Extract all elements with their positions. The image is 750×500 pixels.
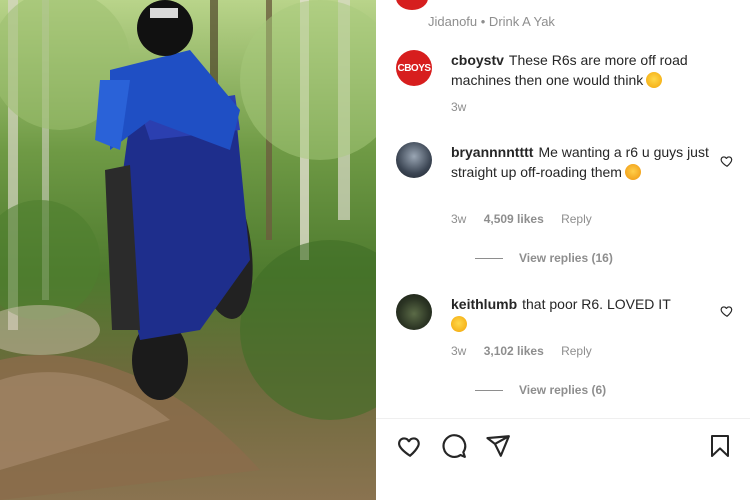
comment-button[interactable] <box>440 432 468 460</box>
caption-body: cboystv These R6s are more off road machi… <box>451 50 712 90</box>
comment-meta: 3w 3,102 likes Reply <box>451 344 606 358</box>
comment-text: that poor R6. LOVED IT <box>522 296 671 312</box>
comment-item: keithlumb that poor R6. LOVED IT 3w 3,102… <box>396 294 734 404</box>
comment-icon <box>442 434 467 458</box>
share-icon <box>486 435 510 457</box>
comment-body: bryannnntttt Me wanting a r6 u guys just … <box>451 142 712 182</box>
share-button[interactable] <box>484 432 512 460</box>
crying-emoji-icon <box>624 164 641 180</box>
laughing-emoji-icon <box>646 72 663 88</box>
comment-body: keithlumb that poor R6. LOVED IT <box>448 294 712 335</box>
divider-line <box>475 389 503 391</box>
view-replies-button[interactable]: View replies (16) <box>475 251 613 265</box>
caption-meta: 3w <box>451 100 480 114</box>
save-button[interactable] <box>706 432 734 460</box>
comment-meta: 3w 4,509 likes Reply <box>451 212 606 226</box>
timestamp[interactable]: 3w <box>451 100 466 114</box>
divider-line <box>475 257 503 259</box>
avatar[interactable] <box>396 0 428 10</box>
reply-button[interactable]: Reply <box>561 212 592 226</box>
like-comment-icon[interactable] <box>720 154 734 168</box>
comments-panel: Jidanofu • Drink A Yak CBOYS cboystv Thes… <box>376 0 750 500</box>
post-image <box>0 0 376 500</box>
view-replies-label: View replies (6) <box>519 383 607 397</box>
username[interactable]: bryannnntttt <box>451 144 533 160</box>
like-count[interactable]: 4,509 likes <box>484 212 544 226</box>
username[interactable]: cboystv <box>451 52 504 68</box>
rofl-emoji-icon <box>448 313 470 335</box>
post-media[interactable] <box>0 0 376 500</box>
avatar[interactable] <box>396 294 432 330</box>
avatar-text: CBOYS <box>397 62 431 74</box>
view-replies-button[interactable]: View replies (6) <box>475 383 606 397</box>
avatar[interactable] <box>396 142 432 178</box>
caption: CBOYS cboystv These R6s are more off road… <box>396 50 734 120</box>
reply-button[interactable]: Reply <box>561 344 592 358</box>
timestamp[interactable]: 3w <box>451 212 466 226</box>
action-bar <box>396 432 528 460</box>
heart-icon <box>398 437 420 457</box>
view-replies-label: View replies (16) <box>519 251 613 265</box>
previous-item-text: Jidanofu • Drink A Yak <box>428 14 555 29</box>
section-divider <box>376 418 750 419</box>
timestamp[interactable]: 3w <box>451 344 466 358</box>
bookmark-icon <box>711 435 729 457</box>
like-comment-icon[interactable] <box>720 304 734 318</box>
previous-item <box>396 0 428 10</box>
like-button[interactable] <box>396 432 424 460</box>
avatar[interactable]: CBOYS <box>396 50 432 86</box>
comment-item: bryannnntttt Me wanting a r6 u guys just … <box>396 142 734 272</box>
username[interactable]: keithlumb <box>451 296 517 312</box>
like-count[interactable]: 3,102 likes <box>484 344 544 358</box>
